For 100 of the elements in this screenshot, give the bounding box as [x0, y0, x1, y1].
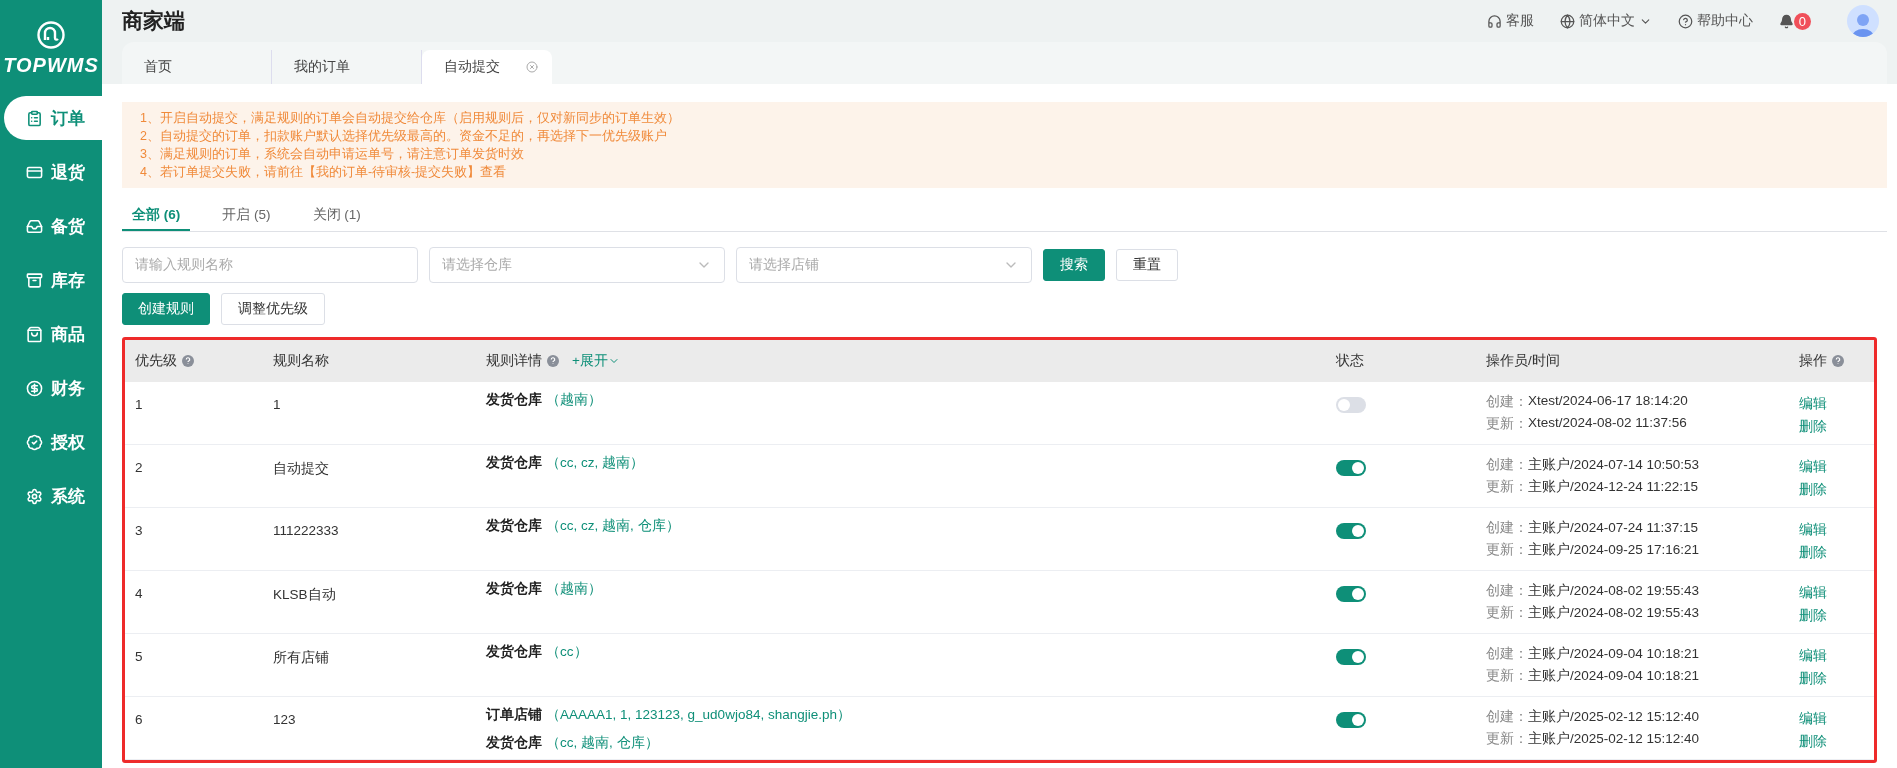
- sidebar-item-icon: [26, 433, 43, 451]
- status-toggle[interactable]: [1336, 397, 1366, 413]
- edit-link[interactable]: 编辑: [1799, 395, 1827, 413]
- updated-value: 主账户/2025-02-12 15:12:40: [1528, 730, 1700, 748]
- edit-link[interactable]: 编辑: [1799, 647, 1827, 665]
- created-label: 创建：: [1486, 645, 1528, 663]
- notice-text: 3、满足规则的订单，系统会自动申请运单号，请注意订单发货时效: [140, 146, 525, 162]
- created-label: 创建：: [1486, 456, 1528, 474]
- created-value: 主账户/2024-09-04 10:18:21: [1528, 645, 1700, 663]
- help-center-link[interactable]: 帮助中心: [1677, 12, 1753, 30]
- edit-link[interactable]: 编辑: [1799, 710, 1827, 728]
- rule-name-cell-text: 自动提交: [273, 460, 330, 478]
- detail-value: （cc, cz, 越南）: [546, 454, 644, 472]
- detail-value: （越南）: [546, 391, 602, 409]
- detail-value: （越南）: [546, 580, 602, 598]
- delete-link[interactable]: 删除: [1799, 607, 1827, 625]
- sidebar-item[interactable]: 系统: [4, 474, 102, 518]
- updated-label: 更新：: [1486, 604, 1528, 622]
- page-tab[interactable]: 自动提交: [422, 50, 552, 84]
- sidebar-item[interactable]: 备货: [4, 204, 102, 248]
- notice-text: 2、自动提交的订单，扣款账户默认选择优先级最高的。资金不足的，再选择下一优先级账户: [140, 128, 668, 144]
- search-button[interactable]: 搜索: [1043, 249, 1105, 281]
- create-rule-button[interactable]: 创建规则: [122, 293, 210, 325]
- edit-link[interactable]: 编辑: [1799, 521, 1827, 539]
- updated-label: 更新：: [1486, 478, 1528, 496]
- updated-label: 更新：: [1486, 667, 1528, 685]
- help-icon[interactable]: [1832, 355, 1844, 367]
- detail-value: （cc, 越南, 仓库）: [546, 734, 659, 752]
- delete-link[interactable]: 删除: [1799, 544, 1827, 562]
- updated-value: Xtest/2024-08-02 11:37:56: [1528, 415, 1687, 432]
- adjust-priority-button[interactable]: 调整优先级: [221, 293, 325, 325]
- created-label: 创建：: [1486, 582, 1528, 600]
- notification-badge: 0: [1793, 12, 1811, 30]
- status-toggle[interactable]: [1336, 523, 1366, 539]
- created-value: 主账户/2024-07-24 11:37:15: [1528, 519, 1699, 537]
- brand-name: TOPWMS: [3, 53, 99, 77]
- globe-icon: [1559, 13, 1575, 29]
- detail-value: （cc, cz, 越南, 仓库）: [546, 517, 680, 535]
- sidebar-item-icon: [26, 325, 43, 343]
- updated-value: 主账户/2024-12-24 11:22:15: [1528, 478, 1699, 496]
- priority-cell-text: 6: [135, 711, 144, 729]
- status-tab[interactable]: 关闭 (1): [302, 200, 371, 231]
- created-label: 创建：: [1486, 393, 1528, 411]
- delete-link[interactable]: 删除: [1799, 670, 1827, 688]
- created-value: 主账户/2024-08-02 19:55:43: [1528, 582, 1700, 600]
- sidebar-item[interactable]: 库存: [4, 258, 102, 302]
- close-icon[interactable]: [526, 61, 538, 73]
- detail-label: 发货仓库: [486, 643, 542, 661]
- sidebar-item[interactable]: 授权: [4, 420, 102, 464]
- detail-label: 发货仓库: [486, 734, 542, 752]
- sidebar-item[interactable]: 财务: [4, 366, 102, 410]
- sidebar-item-icon: [26, 379, 43, 397]
- sidebar-item-icon: [26, 217, 43, 235]
- created-value: 主账户/2024-07-14 10:50:53: [1528, 456, 1700, 474]
- status-toggle[interactable]: [1336, 586, 1366, 602]
- status-toggle[interactable]: [1336, 712, 1366, 728]
- detail-label: 订单店铺: [486, 706, 542, 724]
- app-title: 商家端: [122, 8, 186, 34]
- bell-icon[interactable]: [1778, 13, 1794, 29]
- avatar[interactable]: [1847, 5, 1879, 37]
- sidebar-item[interactable]: 订单: [4, 96, 102, 140]
- language-selector[interactable]: 简体中文: [1559, 12, 1652, 30]
- priority-cell-text: 3: [135, 522, 144, 540]
- status-tab[interactable]: 开启 (5): [212, 200, 281, 231]
- column-header: 状态: [1336, 352, 1364, 370]
- customer-service-link[interactable]: 客服: [1486, 12, 1534, 30]
- column-header: 操作员/时间: [1486, 352, 1560, 370]
- updated-label: 更新：: [1486, 541, 1528, 559]
- select-field[interactable]: 请选择仓库: [429, 247, 725, 283]
- sidebar-item-icon: [26, 271, 43, 289]
- sidebar-item[interactable]: 退货: [4, 150, 102, 194]
- help-icon[interactable]: [547, 355, 559, 367]
- rule-name-cell-text: 所有店铺: [273, 649, 330, 667]
- rule-name-cell-text: 1: [273, 396, 282, 414]
- status-toggle[interactable]: [1336, 460, 1366, 476]
- created-label: 创建：: [1486, 519, 1528, 537]
- sidebar-item-icon: [26, 109, 43, 127]
- priority-cell-text: 4: [135, 585, 144, 603]
- expand-link[interactable]: +展开: [572, 352, 620, 370]
- status-toggle[interactable]: [1336, 649, 1366, 665]
- updated-label: 更新：: [1486, 415, 1528, 433]
- priority-cell-text: 2: [135, 459, 144, 477]
- sidebar-item[interactable]: 商品: [4, 312, 102, 356]
- help-icon[interactable]: [182, 355, 194, 367]
- delete-link[interactable]: 删除: [1799, 418, 1827, 436]
- column-header: 规则详情: [486, 352, 542, 370]
- delete-link[interactable]: 删除: [1799, 481, 1827, 499]
- edit-link[interactable]: 编辑: [1799, 584, 1827, 602]
- select-field[interactable]: 请选择店铺: [736, 247, 1032, 283]
- delete-link[interactable]: 删除: [1799, 733, 1827, 751]
- input-field[interactable]: 请输入规则名称: [122, 247, 418, 283]
- detail-label: 发货仓库: [486, 391, 542, 409]
- sidebar-item-icon: [26, 487, 43, 505]
- status-tab[interactable]: 全部 (6): [122, 200, 191, 231]
- person-silhouette-icon: [1851, 11, 1875, 37]
- notice-text: 4、若订单提交失败，请前往【我的订单-待审核-提交失败】查看: [140, 164, 508, 180]
- detail-label: 发货仓库: [486, 454, 542, 472]
- edit-link[interactable]: 编辑: [1799, 458, 1827, 476]
- reset-button[interactable]: 重置: [1116, 249, 1178, 281]
- rule-name-cell-text: KLSB自动: [273, 586, 337, 604]
